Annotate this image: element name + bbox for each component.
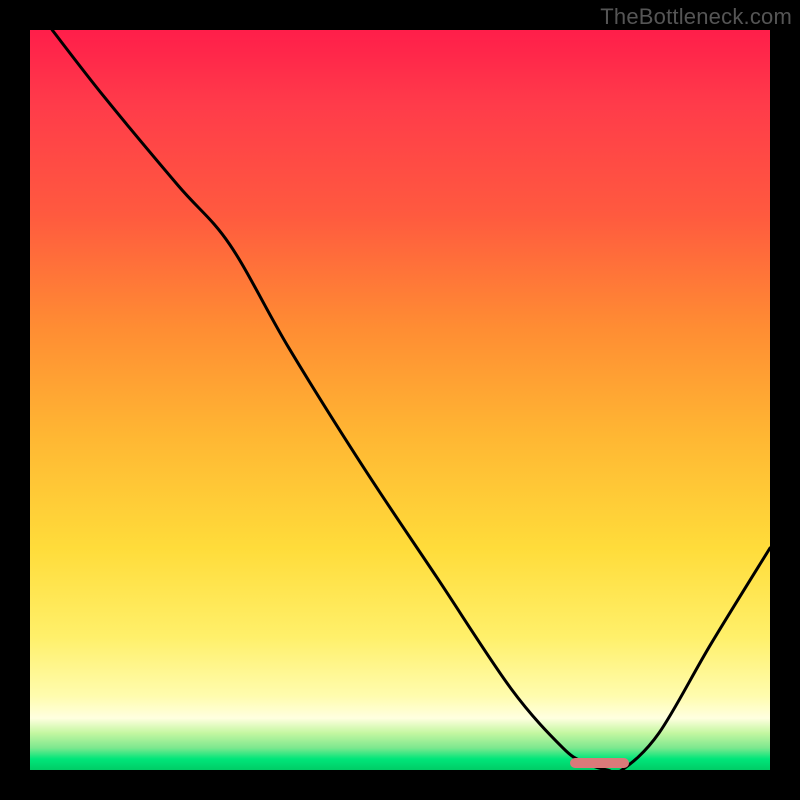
optimal-range-marker [570,758,629,768]
bottleneck-curve [30,30,770,770]
watermark-text: TheBottleneck.com [600,4,792,30]
plot-area [30,30,770,770]
chart-frame: TheBottleneck.com [0,0,800,800]
